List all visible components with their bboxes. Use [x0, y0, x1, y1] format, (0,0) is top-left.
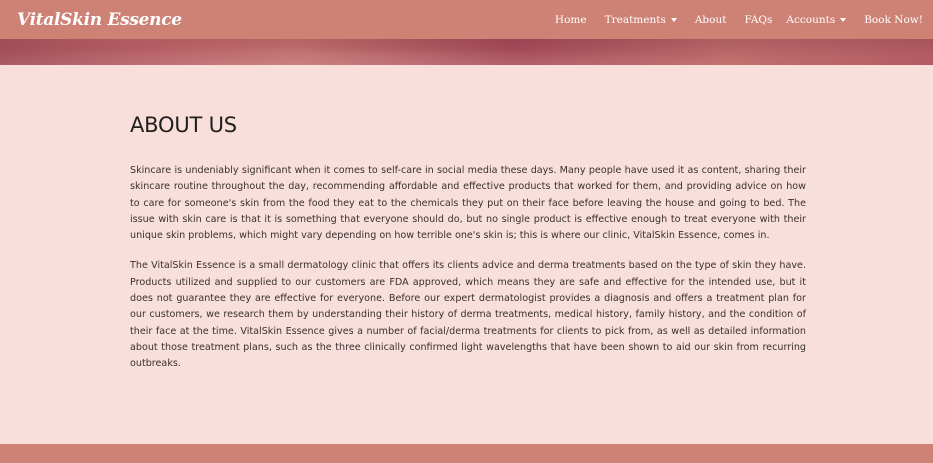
- nav-treatments-dropdown[interactable]: Treatments: [605, 14, 677, 26]
- nav-book-now-link[interactable]: Book Now!: [864, 14, 923, 26]
- about-section: ABOUT US Skincare is undeniably signific…: [130, 113, 806, 373]
- nav-home-link[interactable]: Home: [555, 14, 587, 26]
- nav-book-now-label: Book Now!: [864, 13, 923, 26]
- hero-banner-image: [0, 39, 933, 65]
- nav-treatments-label: Treatments: [604, 13, 666, 26]
- nav-accounts-dropdown[interactable]: Accounts: [786, 13, 847, 26]
- navbar: VitalSkin Essence Home Treatments About …: [0, 0, 933, 39]
- nav-about-label: About: [694, 13, 727, 26]
- nav-menu: Home Treatments About FAQs Accounts Book…: [537, 14, 923, 26]
- footer-bar: [0, 444, 933, 463]
- about-paragraph-1: Skincare is undeniably significant when …: [130, 165, 806, 242]
- nav-about-link[interactable]: About: [695, 14, 727, 26]
- caret-down-icon: [840, 17, 847, 22]
- nav-faqs-link[interactable]: FAQs: [744, 14, 772, 26]
- brand-logo-link[interactable]: VitalSkin Essence: [17, 10, 182, 30]
- page-title: ABOUT US: [130, 113, 237, 137]
- nav-home-label: Home: [554, 13, 587, 26]
- caret-down-icon: [670, 17, 677, 22]
- nav-faqs-label: FAQs: [744, 13, 773, 26]
- nav-accounts-label: Accounts: [786, 13, 836, 26]
- about-paragraph-2: The VitalSkin Essence is a small dermato…: [130, 260, 806, 370]
